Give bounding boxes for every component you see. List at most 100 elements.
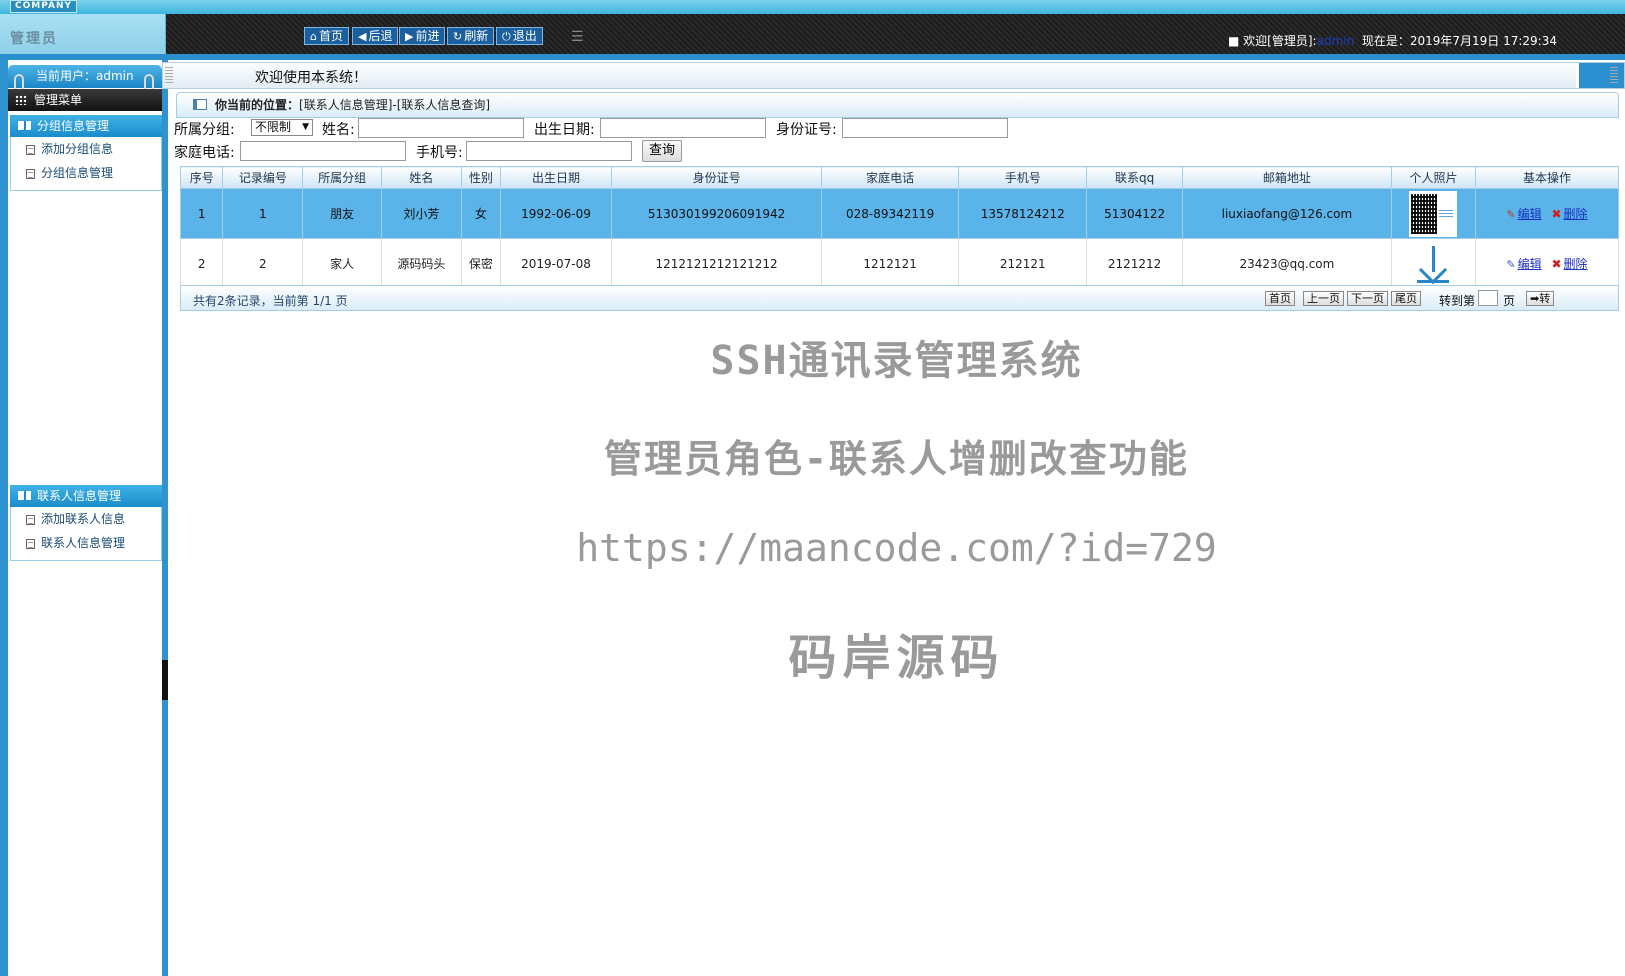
arrow-left-icon: ◀ xyxy=(358,30,367,43)
edit-link[interactable]: 编辑 xyxy=(1518,207,1542,221)
cell-mobile: 13578124212 xyxy=(957,188,1088,239)
sidebar-item-contact-management[interactable]: 联系人信息管理 xyxy=(11,531,161,555)
cell-email: liuxiaofang@126.com xyxy=(1181,188,1393,239)
pagination-bar: 共有2条记录，当前第 1/1 页 首页 上一页 下一页 尾页 转到第 页 ➡转 xyxy=(180,285,1619,311)
cell-qq: 51304122 xyxy=(1086,188,1183,239)
nav-home-button[interactable]: ⌂ 首页 xyxy=(304,27,349,45)
cell-group: 朋友 xyxy=(302,188,382,239)
grid-dots-icon xyxy=(15,95,27,105)
document-icon xyxy=(26,539,35,549)
prev-page-button[interactable]: 上一页 xyxy=(1303,291,1344,306)
document-icon xyxy=(26,169,35,179)
delete-link[interactable]: 删除 xyxy=(1564,257,1588,271)
document-icon xyxy=(26,515,35,525)
nav-forward-button[interactable]: ▶ 前进 xyxy=(399,27,446,45)
sidebar-item-group-management[interactable]: 分组信息管理 xyxy=(11,161,161,185)
column-header: 出生日期 xyxy=(500,166,612,189)
current-user-label: 当前用户：admin xyxy=(36,69,134,83)
page-unit-label: 页 xyxy=(1503,294,1516,308)
breadcrumb: 你当前的位置：[联系人信息管理]-[联系人信息查询] xyxy=(176,92,1619,118)
home-phone-label: 家庭电话: xyxy=(174,145,235,161)
group-menu-body: 添加分组信息 分组信息管理 xyxy=(10,137,162,191)
idcard-input[interactable] xyxy=(842,118,1008,138)
grip-icon xyxy=(165,67,173,83)
refresh-icon: ↻ xyxy=(453,30,463,43)
nav-back-button[interactable]: ◀ 后退 xyxy=(352,27,399,45)
column-header: 个人照片 xyxy=(1391,166,1476,189)
left-sidebar: 当前用户：admin 管理菜单 分组信息管理 添加分组信息 分组信息管理 联系人… xyxy=(0,60,168,976)
next-page-button[interactable]: 下一页 xyxy=(1347,291,1388,306)
group-header-contact-management[interactable]: 联系人信息管理 xyxy=(10,485,162,507)
nav-refresh-button[interactable]: ↻ 刷新 xyxy=(447,27,495,45)
breadcrumb-path: [联系人信息管理]-[联系人信息查询] xyxy=(299,98,491,112)
current-time: 现在是：2019年7月19日 17:29:34 xyxy=(1361,34,1557,48)
menu-lines-icon[interactable]: ☰ xyxy=(571,29,584,45)
power-icon: ⏻ xyxy=(502,30,511,43)
cell-idcard: 1212121212121212 xyxy=(610,238,823,289)
cell-group: 家人 xyxy=(302,238,382,289)
watermark-brand: 码岸源码 xyxy=(788,630,1005,686)
sidebar-item-add-contact[interactable]: 添加联系人信息 xyxy=(11,507,161,531)
page-number-input[interactable] xyxy=(1478,290,1498,306)
header-divider xyxy=(0,54,1625,60)
first-page-button[interactable]: 首页 xyxy=(1265,291,1295,306)
delete-x-icon: ✖ xyxy=(1551,257,1562,271)
last-page-button[interactable]: 尾页 xyxy=(1391,291,1421,306)
column-header: 姓名 xyxy=(380,166,462,189)
qr-code-image xyxy=(1409,190,1458,237)
contact-menu-body: 添加联系人信息 联系人信息管理 xyxy=(10,507,162,561)
company-logo: COMPANY xyxy=(10,0,77,13)
column-header: 所属分组 xyxy=(302,166,382,189)
go-button[interactable]: ➡转 xyxy=(1526,291,1555,306)
column-header: 邮箱地址 xyxy=(1181,166,1393,189)
cell-birth: 2019-07-08 xyxy=(500,238,612,289)
delete-link[interactable]: 删除 xyxy=(1564,207,1588,221)
cell-photo xyxy=(1391,238,1476,289)
watermark-title: SSH通讯录管理系统 xyxy=(710,338,1083,384)
cell-gender: 女 xyxy=(460,188,502,239)
sidebar-item-add-group[interactable]: 添加分组信息 xyxy=(11,137,161,161)
table-row[interactable]: 1 1 朋友 刘小芳 女 1992-06-09 5130301992060919… xyxy=(179,188,1620,239)
document-icon xyxy=(26,145,35,155)
arrow-right-icon: ▶ xyxy=(405,30,414,43)
nav-logout-button[interactable]: ⏻ 退出 xyxy=(496,27,543,45)
group-select[interactable]: 不限制 ▼ xyxy=(251,119,313,136)
name-input[interactable] xyxy=(358,118,524,138)
book-icon xyxy=(18,491,31,500)
cell-qq: 2121212 xyxy=(1086,238,1183,289)
welcome-status: ■ 欢迎[管理员]:admin 现在是：2019年7月19日 17:29:34 xyxy=(1228,34,1557,48)
cell-gender: 保密 xyxy=(460,238,502,289)
welcome-message: 欢迎使用本系统！ xyxy=(255,70,367,86)
home-icon: ⌂ xyxy=(310,30,317,43)
contact-table: 序号 记录编号 所属分组 姓名 性别 出生日期 身份证号 家庭电话 手机号 联系… xyxy=(179,166,1620,289)
cell-actions: ✎ 编辑 ✖ 删除 xyxy=(1474,188,1620,239)
cell-seq: 2 xyxy=(179,238,224,289)
column-header: 家庭电话 xyxy=(821,166,959,189)
table-row[interactable]: 2 2 家人 源码码头 保密 2019-07-08 12121212121212… xyxy=(179,238,1620,289)
column-header: 序号 xyxy=(179,166,224,189)
role-box: 管理员 xyxy=(0,14,166,54)
mobile-label: 手机号: xyxy=(416,145,463,161)
edit-link[interactable]: 编辑 xyxy=(1518,257,1542,271)
idcard-label: 身份证号: xyxy=(776,122,837,138)
bullet-icon: ■ xyxy=(1228,34,1244,48)
table-icon xyxy=(193,99,207,110)
group-header-group-management[interactable]: 分组信息管理 xyxy=(10,115,162,137)
top-header: COMPANY 管理员 ⌂ 首页 ◀ 后退 ▶ 前进 ↻ 刷新 ⏻ 退出 ☰ ■ 欢迎[管… xyxy=(0,0,1625,60)
birth-input[interactable] xyxy=(600,118,766,138)
cell-mobile: 212121 xyxy=(957,238,1088,289)
home-phone-input[interactable] xyxy=(240,141,406,161)
download-icon xyxy=(1413,244,1453,284)
column-header: 性别 xyxy=(460,166,502,189)
birth-label: 出生日期: xyxy=(534,122,595,138)
book-icon xyxy=(18,121,31,130)
company-strip: COMPANY xyxy=(0,0,1625,14)
record-count: 共有2条记录，当前第 1/1 页 xyxy=(193,294,348,308)
column-header: 基本操作 xyxy=(1474,166,1620,189)
menu-header: 管理菜单 xyxy=(8,89,162,111)
cell-actions: ✎ 编辑 ✖ 删除 xyxy=(1474,238,1620,289)
query-button[interactable]: 查询 xyxy=(642,140,682,162)
mobile-input[interactable] xyxy=(466,141,632,161)
group-label: 所属分组: xyxy=(174,122,235,138)
column-header: 身份证号 xyxy=(610,166,823,189)
